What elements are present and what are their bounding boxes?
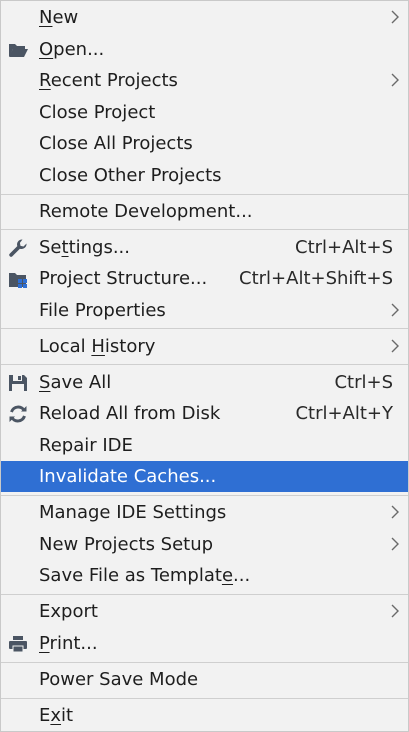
chevron-right-icon (391, 604, 399, 618)
menu-item-shortcut: Ctrl+Alt+Y (295, 403, 393, 424)
wrench-icon (9, 239, 27, 257)
menu-separator (1, 194, 408, 195)
menu-item-exit[interactable]: Exit (1, 700, 408, 731)
menu-separator (1, 328, 408, 329)
folder-open-icon (9, 44, 28, 57)
project-structure-icon (9, 273, 27, 288)
chevron-right-icon (391, 505, 399, 519)
menu-item-label: Invalidate Caches... (39, 466, 217, 487)
menu-item-shortcut: Ctrl+Alt+Shift+S (239, 268, 393, 289)
menu-item-settings[interactable]: Settings... Ctrl+Alt+S (1, 232, 408, 263)
chevron-right-icon (391, 537, 399, 551)
menu-item-label: Remote Development... (39, 201, 253, 222)
menu-item-label: Exit (39, 705, 74, 726)
menu-item-label: Save File as Template... (39, 565, 251, 586)
menu-item-reload-all-from-disk[interactable]: Reload All from Disk Ctrl+Alt+Y (1, 398, 408, 429)
save-icon (9, 375, 27, 391)
menu-separator (1, 662, 408, 663)
menu-item-manage-ide-settings[interactable]: Manage IDE Settings (1, 497, 408, 528)
menu-item-recent-projects[interactable]: Recent Projects (1, 65, 408, 96)
menu-item-repair-ide[interactable]: Repair IDE (1, 430, 408, 461)
menu-item-label: New (39, 7, 79, 28)
chevron-right-icon (391, 303, 399, 317)
menu-separator (1, 594, 408, 595)
menu-item-remote-development[interactable]: Remote Development... (1, 196, 408, 227)
menu-item-label: Settings... (39, 237, 130, 258)
menu-item-print[interactable]: Print... (1, 628, 408, 659)
menu-item-label: File Properties (39, 300, 166, 321)
menu-item-label: Repair IDE (39, 435, 133, 456)
menu-item-label: Print... (39, 633, 98, 654)
menu-item-label: Project Structure... (39, 268, 208, 289)
menu-separator (1, 698, 408, 699)
chevron-right-icon (391, 10, 399, 24)
menu-item-project-structure[interactable]: Project Structure... Ctrl+Alt+Shift+S (1, 263, 408, 294)
menu-item-close-project[interactable]: Close Project (1, 97, 408, 128)
menu-item-label: Save All (39, 372, 112, 393)
menu-item-file-properties[interactable]: File Properties (1, 295, 408, 326)
menu-item-label: Manage IDE Settings (39, 502, 227, 523)
menu-item-label: Export (39, 601, 98, 622)
file-menu: New Open... Recent Projects Close Projec… (0, 0, 409, 732)
menu-item-save-all[interactable]: Save All Ctrl+S (1, 367, 408, 398)
printer-icon (9, 636, 27, 653)
menu-item-label: Close All Projects (39, 133, 193, 154)
reload-icon (9, 405, 27, 423)
menu-item-label: Power Save Mode (39, 669, 199, 690)
menu-item-invalidate-caches[interactable]: Invalidate Caches... (1, 461, 408, 492)
menu-item-label: Local History (39, 336, 156, 357)
menu-item-label: Close Project (39, 102, 156, 123)
menu-item-export[interactable]: Export (1, 596, 408, 627)
menu-separator (1, 495, 408, 496)
menu-separator (1, 229, 408, 230)
menu-item-local-history[interactable]: Local History (1, 331, 408, 362)
menu-item-label: Reload All from Disk (39, 403, 221, 424)
menu-item-shortcut: Ctrl+S (334, 372, 393, 393)
menu-item-label: Close Other Projects (39, 165, 222, 186)
menu-item-save-file-as-template[interactable]: Save File as Template... (1, 560, 408, 591)
menu-item-power-save-mode[interactable]: Power Save Mode (1, 664, 408, 695)
menu-item-label: New Projects Setup (39, 534, 214, 555)
menu-item-label: Recent Projects (39, 70, 178, 91)
menu-item-shortcut: Ctrl+Alt+S (295, 237, 393, 258)
menu-item-new-projects-setup[interactable]: New Projects Setup (1, 529, 408, 560)
menu-item-close-other-projects[interactable]: Close Other Projects (1, 160, 408, 191)
menu-separator (1, 364, 408, 365)
menu-item-label: Open... (39, 39, 105, 60)
chevron-right-icon (391, 339, 399, 353)
menu-item-new[interactable]: New (1, 2, 408, 33)
menu-item-close-all-projects[interactable]: Close All Projects (1, 128, 408, 159)
menu-item-open[interactable]: Open... (1, 34, 408, 65)
chevron-right-icon (391, 73, 399, 87)
